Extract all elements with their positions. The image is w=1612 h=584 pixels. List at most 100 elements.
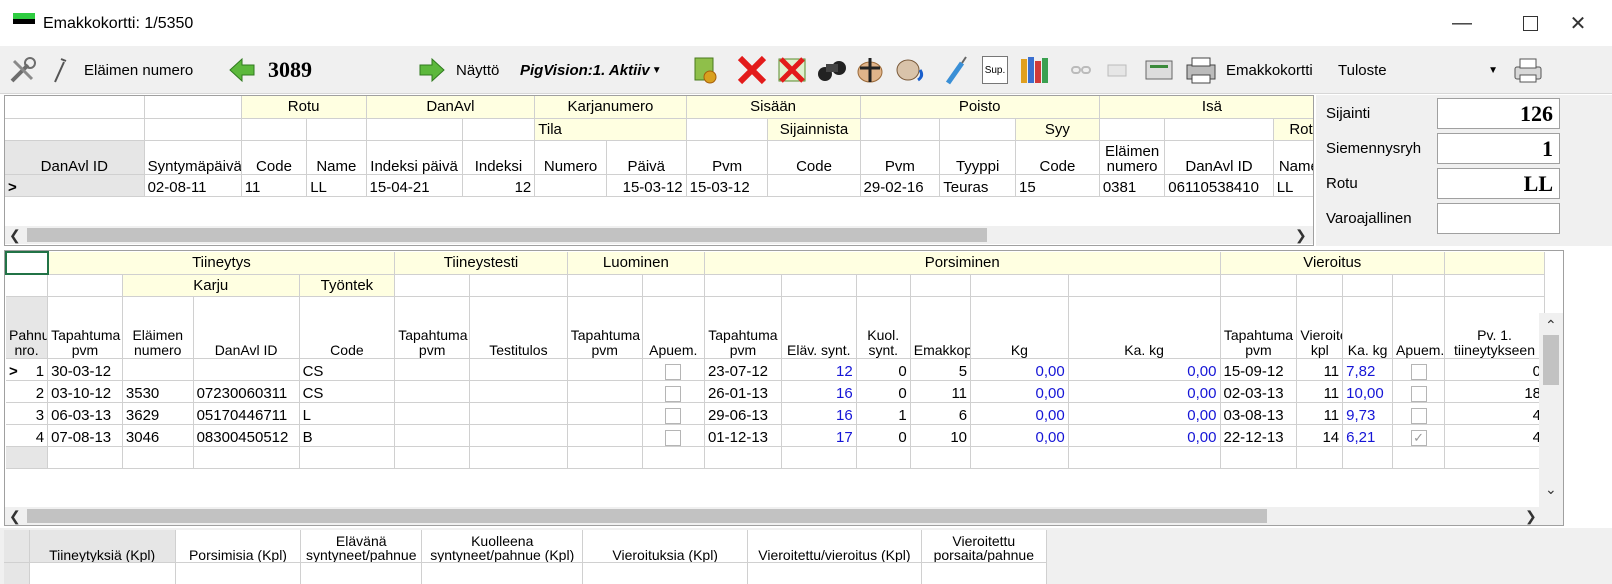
scroll-down-icon[interactable]: ⌄ <box>1545 481 1557 498</box>
summary-col-header-6[interactable]: Vieroitettu porsaita/pahnue <box>921 530 1047 563</box>
main-col-header-12[interactable]: Emakkoporsaat <box>910 296 972 359</box>
summary-col-header-5[interactable]: Vieroitettu/vieroitus (Kpl) <box>747 530 922 563</box>
main-col-header-11[interactable]: Kuol. synt. <box>856 296 911 359</box>
apuem-checkbox-vieroitus[interactable]: ✓ <box>1392 424 1446 447</box>
main-col-header-18[interactable]: Apuem. <box>1392 296 1446 359</box>
top-cell-8[interactable]: 15-03-12 <box>686 174 769 197</box>
top-col-header-6[interactable]: Numero <box>534 140 607 175</box>
cell-pv1[interactable]: 4 <box>1444 424 1545 447</box>
minimize-button[interactable]: — <box>1428 0 1496 46</box>
top-cell-12[interactable]: 15 <box>1015 174 1100 197</box>
summary-col-header-1[interactable]: Porsimisia (Kpl) <box>175 530 302 563</box>
cell-kg[interactable]: 0,00 <box>970 358 1069 381</box>
cell-v_kpl[interactable]: 11 <box>1296 380 1344 403</box>
top-col-header-4[interactable]: Indeksi päivä <box>366 140 463 175</box>
cell-emakko[interactable]: 5 <box>910 358 972 381</box>
table-row[interactable]: 4 07-08-13 3046 08300450512 B 01-12-13 17 0 10 0,… <box>6 424 1545 447</box>
top-cell-5[interactable]: 12 <box>462 174 536 197</box>
cell-el_nro[interactable]: 3046 <box>122 424 194 447</box>
top-grid-scroll-thumb[interactable] <box>27 228 987 242</box>
cell-pv1[interactable]: 0 <box>1444 358 1545 381</box>
cell-kuol[interactable]: 1 <box>856 402 911 425</box>
rotu-value[interactable]: LL <box>1437 168 1560 199</box>
main-scroll-right-icon[interactable]: ❯ <box>1525 508 1537 525</box>
main-col-header-14[interactable]: Ka. kg <box>1068 296 1221 359</box>
cell-kg[interactable]: 0,00 <box>970 380 1069 403</box>
cell-testitulos[interactable] <box>469 358 568 381</box>
summary-col-header-4[interactable]: Vieroituksia (Kpl) <box>582 530 749 563</box>
cell-el_nro[interactable]: 3629 <box>122 402 194 425</box>
top-col-header-0[interactable]: DanAvl ID <box>5 140 145 175</box>
main-grid-scroll-thumb[interactable] <box>27 509 1267 523</box>
scroll-right-icon[interactable]: ❯ <box>1295 227 1307 244</box>
main-col-header-0[interactable]: Pahnue nro. <box>6 296 49 359</box>
main-col-header-17[interactable]: Ka. kg <box>1342 296 1394 359</box>
checkbox[interactable] <box>1410 385 1427 401</box>
cell-v_pvm[interactable]: 22-12-13 <box>1220 424 1298 447</box>
cell-emakko[interactable]: 6 <box>910 402 972 425</box>
main-col-header-9[interactable]: Tapahtuma pvm <box>704 296 782 359</box>
siemennysryh-value[interactable]: 1 <box>1437 133 1560 164</box>
cell-p_pvm[interactable]: 29-06-13 <box>704 402 782 425</box>
top-cell-2[interactable]: 11 <box>241 174 308 197</box>
cell-pv1[interactable]: 4 <box>1444 402 1545 425</box>
cell-testitulos[interactable] <box>469 402 568 425</box>
apuem-checkbox-luominen[interactable] <box>642 358 705 381</box>
cell-code[interactable]: B <box>299 424 396 447</box>
cell-kakg[interactable]: 0,00 <box>1068 424 1221 447</box>
cell-kuol[interactable]: 0 <box>856 358 911 381</box>
table-row[interactable]: >1 30-03-12 CS 23-07-12 12 0 5 0,00 0,00 15-09-12… <box>6 358 1545 381</box>
sijainti-value[interactable]: 126 <box>1437 98 1560 129</box>
cell-v_kakg[interactable]: 9,73 <box>1342 402 1394 425</box>
apuem-checkbox-vieroitus[interactable] <box>1392 358 1446 381</box>
cell-code[interactable]: CS <box>299 380 396 403</box>
cell-danavl[interactable]: 05170446711 <box>193 402 300 425</box>
top-col-header-8[interactable]: Pvm <box>686 140 769 175</box>
cell-testitulos[interactable] <box>469 424 568 447</box>
main-col-header-7[interactable]: Tapahtuma pvm <box>567 296 643 359</box>
top-col-header-14[interactable]: DanAvl ID <box>1164 140 1274 175</box>
cell-elav[interactable]: 17 <box>781 424 857 447</box>
top-cell-15[interactable]: LL <box>1273 174 1313 197</box>
cell-kg[interactable]: 0,00 <box>970 402 1069 425</box>
main-col-header-15[interactable]: Tapahtuma pvm <box>1220 296 1298 359</box>
cell-danavl[interactable]: 07230060311 <box>193 380 300 403</box>
checkbox[interactable] <box>1410 407 1427 423</box>
main-col-header-5[interactable]: Tapahtuma pvm <box>394 296 471 359</box>
cell-v_pvm[interactable]: 03-08-13 <box>1220 402 1298 425</box>
cell-el_nro[interactable]: 3530 <box>122 380 194 403</box>
main-col-header-4[interactable]: Code <box>299 296 396 359</box>
summary-col-header-0[interactable]: Tiineytyksiä (Kpl) <box>29 530 176 563</box>
apuem-checkbox-vieroitus[interactable] <box>1392 402 1446 425</box>
main-col-header-6[interactable]: Testitulos <box>469 296 568 359</box>
cell-t_pvm[interactable]: 06-03-13 <box>47 402 123 425</box>
cell-p_pvm[interactable]: 01-12-13 <box>704 424 782 447</box>
top-col-header-15[interactable]: Name <box>1273 140 1313 175</box>
cell-kakg[interactable]: 0,00 <box>1068 402 1221 425</box>
main-col-header-13[interactable]: Kg <box>970 296 1069 359</box>
scroll-up-icon[interactable]: ⌃ <box>1545 317 1557 334</box>
close-window-button[interactable]: ✕ <box>1544 0 1612 46</box>
cell-danavl[interactable]: 08300450512 <box>193 424 300 447</box>
cell-t_pvm[interactable]: 30-03-12 <box>47 358 123 381</box>
top-cell-10[interactable]: 29-02-16 <box>860 174 941 197</box>
top-col-header-13[interactable]: Eläimen numero <box>1099 140 1166 175</box>
top-col-header-7[interactable]: Päivä <box>606 140 687 175</box>
main-col-header-3[interactable]: DanAvl ID <box>193 296 300 359</box>
checkbox[interactable] <box>665 429 682 445</box>
binoculars-icon[interactable] <box>816 46 848 94</box>
table-row[interactable]: 2 03-10-12 3530 07230060311 CS 26-01-13 16 0 11 0… <box>6 380 1545 403</box>
top-col-header-12[interactable]: Code <box>1015 140 1100 175</box>
tools-icon[interactable] <box>8 46 38 94</box>
cell-l_pvm[interactable] <box>567 358 643 381</box>
apuem-checkbox-luominen[interactable] <box>642 424 705 447</box>
apuem-checkbox-luominen[interactable] <box>642 380 705 403</box>
cell-l_pvm[interactable] <box>567 424 643 447</box>
top-cell-3[interactable]: LL <box>306 174 367 197</box>
printer-icon[interactable] <box>1512 46 1544 94</box>
delete-row-icon[interactable] <box>776 46 808 94</box>
cell-elav[interactable]: 12 <box>781 358 857 381</box>
sup-button[interactable]: Sup. <box>982 46 1008 94</box>
cell-code[interactable]: L <box>299 402 396 425</box>
cell-v_kakg[interactable]: 10,00 <box>1342 380 1394 403</box>
